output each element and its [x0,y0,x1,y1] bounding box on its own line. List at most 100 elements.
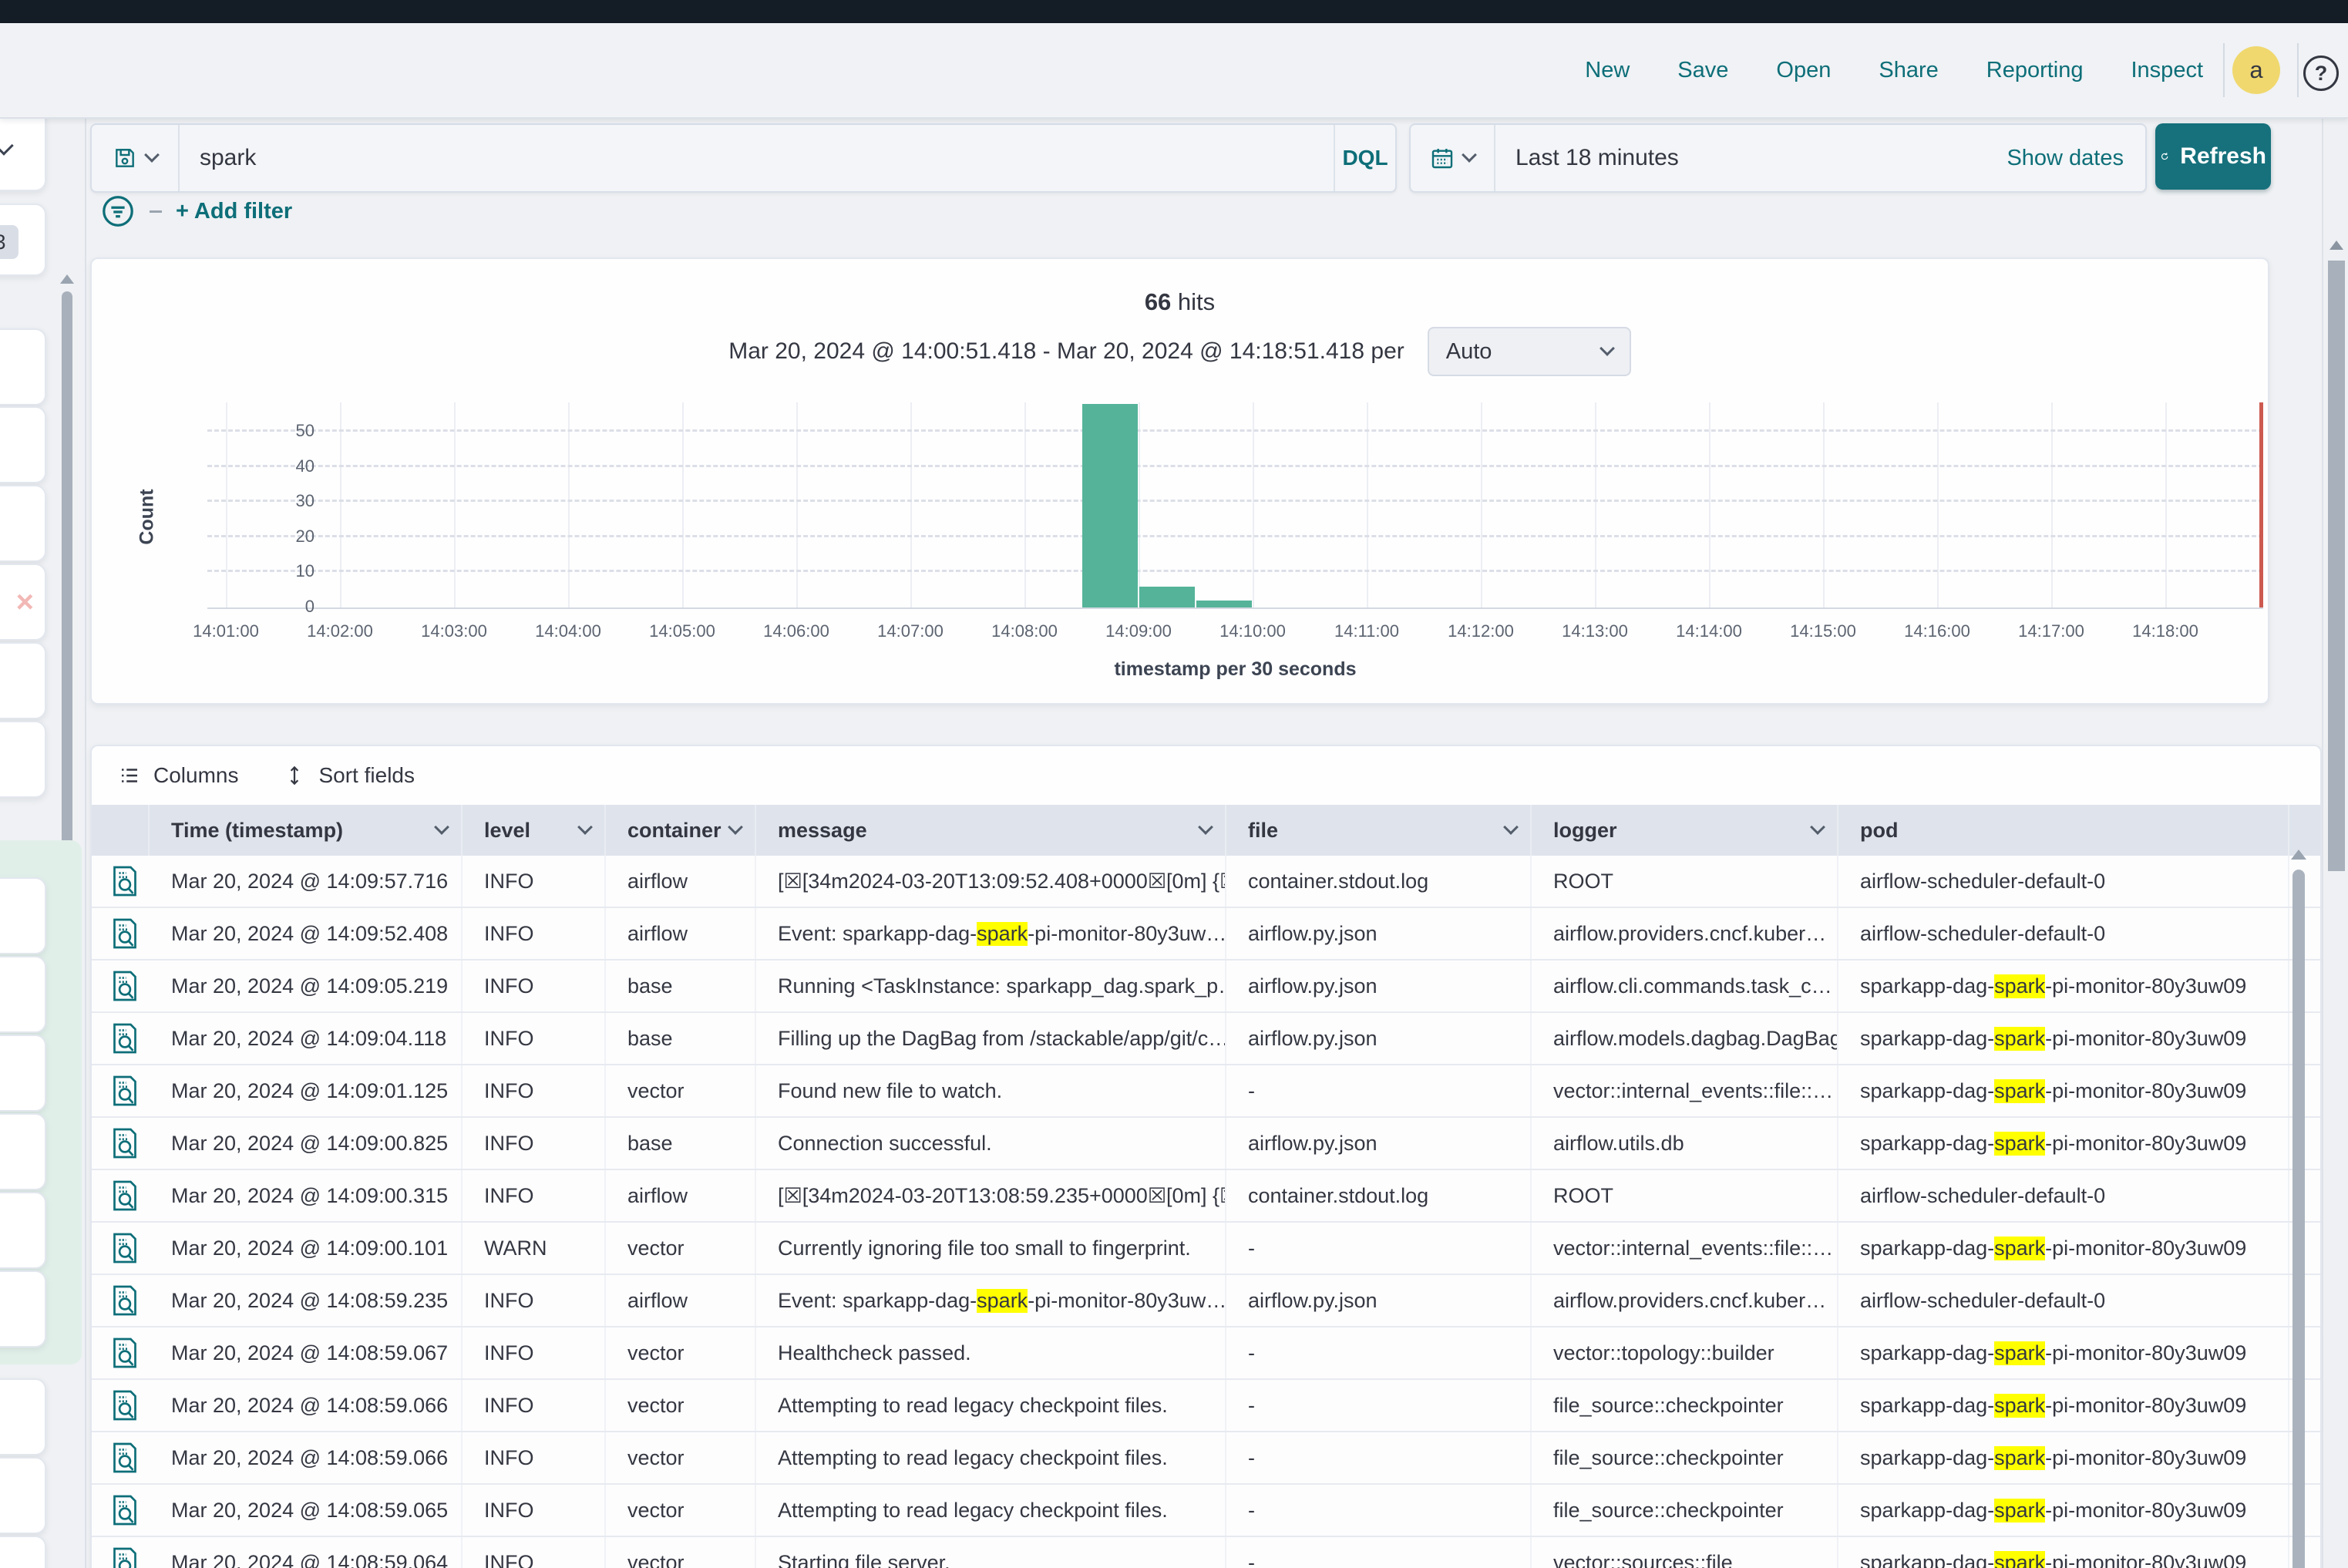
columns-button[interactable]: Columns [118,763,238,788]
column-header-level[interactable]: level [463,805,606,856]
column-label: file [1248,819,1278,843]
sort-fields-button[interactable]: Sort fields [283,763,415,788]
page-scrollbar-track[interactable] [2322,117,2348,1568]
cell-container: vector [606,1537,756,1568]
refresh-button[interactable]: Refresh [2155,123,2271,190]
cell-container: airflow [606,908,756,959]
rail-card[interactable] [0,1457,46,1534]
rail-card[interactable]: × [0,564,46,641]
columns-label: Columns [153,763,238,788]
column-header-message[interactable]: message [756,805,1226,856]
cell-time: Mar 20, 2024 @ 14:09:00.101 [150,1223,463,1274]
cell-message: Currently ignoring file too small to fin… [756,1223,1226,1274]
nav-item-open[interactable]: Open [1776,58,1831,83]
chevron-down-icon [1600,341,1615,356]
cell-text: sparkapp-dag- [1860,1027,1994,1051]
avatar[interactable]: a [2232,46,2280,94]
nav-item-share[interactable]: Share [1879,58,1938,83]
rail-card[interactable] [0,877,46,954]
saved-query-menu-button[interactable] [92,125,178,191]
x-tick-label: 14:12:00 [1424,621,1538,641]
hits-label: hits [1178,288,1215,315]
expand-document-icon[interactable] [92,1223,150,1274]
cell-file: container.stdout.log [1226,856,1532,907]
expand-document-icon[interactable] [92,1485,150,1536]
page-scroll-up-icon[interactable] [2329,241,2343,250]
rail-card[interactable] [0,1035,46,1112]
expand-document-icon[interactable] [92,856,150,907]
expand-document-icon[interactable] [92,961,150,1011]
histogram-bar[interactable] [1082,404,1138,607]
cell-level: INFO [463,856,606,907]
expand-document-icon[interactable] [92,1013,150,1064]
cell-text: sparkapp-dag- [1860,1551,1994,1568]
interval-select[interactable]: Auto [1428,327,1631,376]
cell-text: -pi-monitor-80y3uw09 [2045,1551,2246,1568]
query-language-button[interactable]: DQL [1335,146,1395,170]
rail-card[interactable] [0,721,46,798]
expand-document-icon[interactable] [92,1065,150,1116]
table-body: Mar 20, 2024 @ 14:09:57.716INFOairflow[☒… [92,856,2320,1568]
results-table-panel: Columns Sort fields Time (timestamp)leve… [90,745,2322,1568]
expand-document-icon[interactable] [92,1170,150,1221]
quick-select-button[interactable] [1411,125,1494,191]
cell-message: Event: sparkapp-dag-spark-pi-monitor-80y… [756,908,1226,959]
rail-card[interactable] [0,956,46,1033]
field-count-box[interactable]: 3 [0,204,46,276]
nav-item-reporting[interactable]: Reporting [1986,58,2084,83]
x-tick-label: 14:08:00 [967,621,1081,641]
rail-card[interactable] [0,485,46,562]
x-gridline [1024,402,1026,607]
nav-item-save[interactable]: Save [1677,58,1728,83]
expand-document-icon[interactable] [92,1537,150,1568]
page-scrollbar-thumb[interactable] [2328,261,2345,871]
show-dates-button[interactable]: Show dates [2007,146,2145,171]
rail-card[interactable] [0,1378,46,1455]
x-tick-label: 14:13:00 [1538,621,1652,641]
histogram-plot[interactable] [207,402,2263,609]
rail-card[interactable] [0,1270,46,1348]
rail-card[interactable] [0,1192,46,1269]
rail-card[interactable] [0,1113,46,1190]
collapse-panel-button[interactable] [0,108,46,191]
expand-document-icon[interactable] [92,1432,150,1483]
help-icon[interactable]: ? [2303,56,2339,91]
histogram-bar[interactable] [1139,587,1195,607]
close-icon[interactable]: × [0,565,45,639]
column-header-file[interactable]: file [1226,805,1532,856]
cell-text: sparkapp-dag- [1860,1237,1994,1260]
cell-logger: vector::sources::file [1532,1537,1838,1568]
nav-item-inspect[interactable]: Inspect [2131,58,2204,83]
nav-item-new[interactable]: New [1585,58,1630,83]
table-row: Mar 20, 2024 @ 14:08:59.066INFOvectorAtt… [92,1380,2320,1432]
filter-icon[interactable] [100,193,136,229]
rail-card[interactable] [0,1536,46,1568]
rail-card[interactable] [0,406,46,483]
rail-scroll-up-icon[interactable] [60,274,74,284]
expand-document-icon[interactable] [92,1275,150,1326]
column-header-logger[interactable]: logger [1532,805,1838,856]
histogram-bar[interactable] [1196,601,1252,607]
cell-container: airflow [606,1170,756,1221]
y-gridline [207,570,2263,572]
table-scrollbar-thumb[interactable] [2292,870,2305,1568]
column-header-time-timestamp-[interactable]: Time (timestamp) [150,805,463,856]
rail-card[interactable] [0,642,46,719]
expand-document-icon[interactable] [92,1118,150,1169]
table-row: Mar 20, 2024 @ 14:09:05.219INFObaseRunni… [92,961,2320,1013]
table-row: Mar 20, 2024 @ 14:08:59.067INFOvectorHea… [92,1327,2320,1380]
add-filter-button[interactable]: + Add filter [176,199,292,224]
cell-message: Event: sparkapp-dag-spark-pi-monitor-80y… [756,1275,1226,1326]
time-range-value[interactable]: Last 18 minutes [1495,145,2007,171]
expand-document-icon[interactable] [92,1380,150,1431]
calendar-icon [1430,146,1455,170]
cell-text: -pi-monitor-80y3uw… [1028,1289,1226,1313]
expand-document-icon[interactable] [92,1327,150,1378]
rail-card[interactable] [0,328,46,405]
column-header-container[interactable]: container [606,805,756,856]
cell-time: Mar 20, 2024 @ 14:08:59.064 [150,1537,463,1568]
expand-document-icon[interactable] [92,908,150,959]
table-scroll-up-icon[interactable] [2291,850,2306,860]
column-header-pod[interactable]: pod [1838,805,2289,856]
search-input[interactable]: spark [180,145,1334,171]
